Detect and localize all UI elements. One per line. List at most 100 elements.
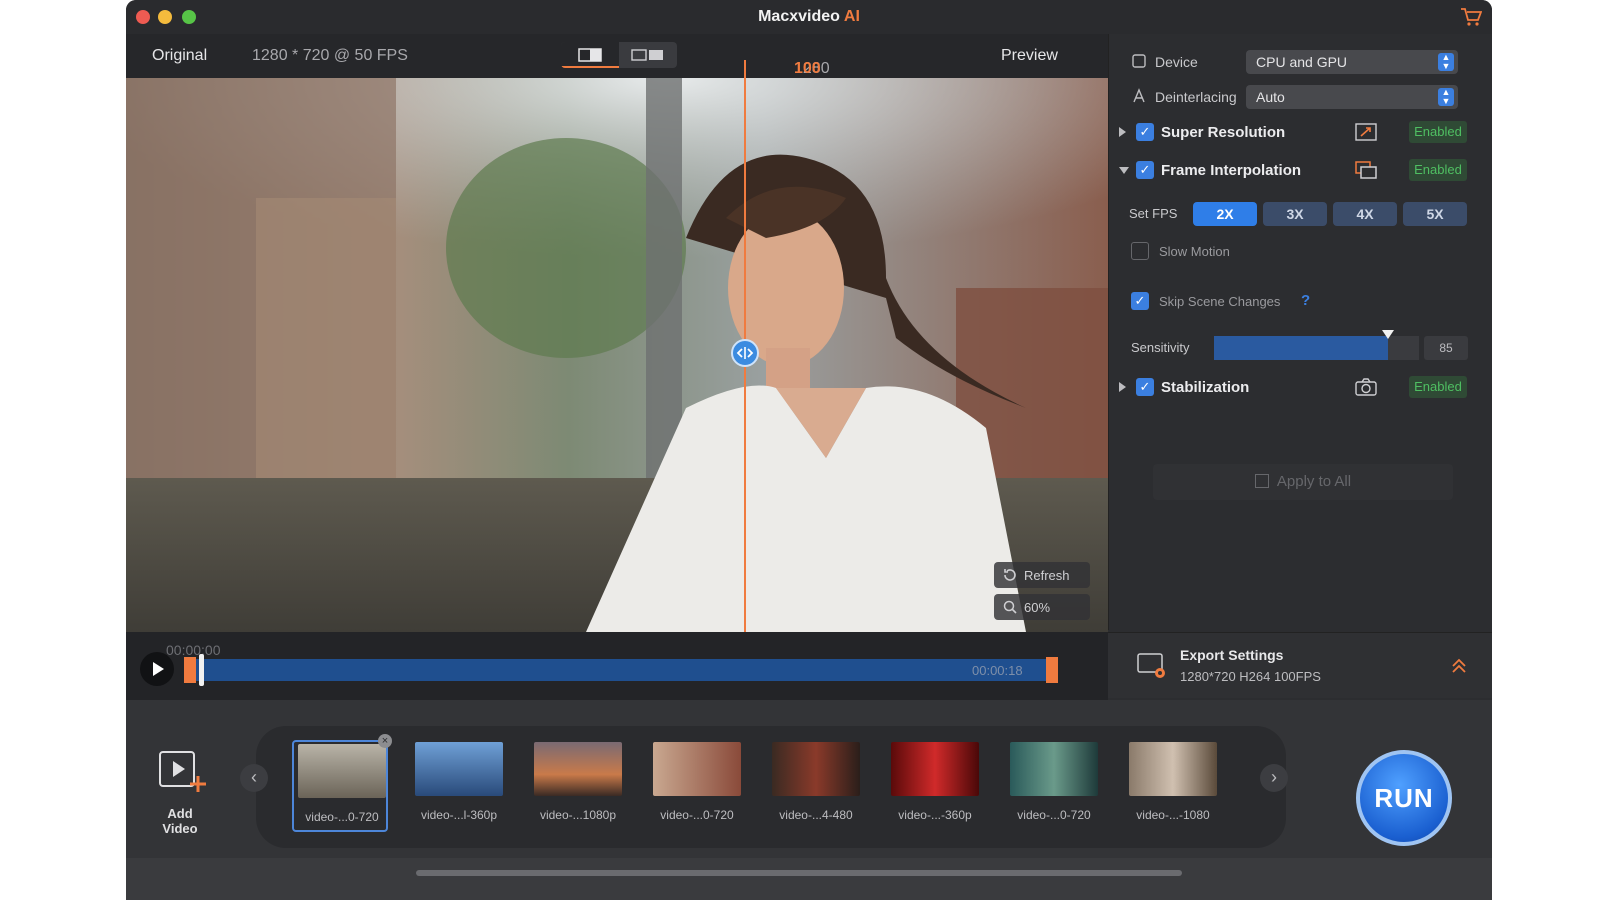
camera-icon	[1355, 378, 1377, 396]
bottom-shelf	[126, 858, 1492, 900]
thumbnail-image	[534, 742, 622, 796]
export-subtitle: 1280*720 H264 100FPS	[1180, 669, 1321, 684]
preview-header: Original 1280 * 720 @ 50 FPS 1280 * 720 …	[126, 34, 1108, 131]
export-settings[interactable]: Export Settings 1280*720 H264 100FPS	[1108, 632, 1492, 698]
thumbnail-name: video-...-360p	[898, 808, 972, 822]
playhead[interactable]	[199, 654, 204, 686]
video-thumbnail[interactable]: video-...0-720	[1006, 740, 1102, 832]
thumbnail-image	[298, 744, 386, 798]
video-list-area: Add Video ‹ video-...0-720 × video-...l-…	[126, 700, 1492, 900]
view-mode-toggle[interactable]	[561, 42, 677, 68]
frames-icon	[1355, 161, 1377, 179]
refresh-icon	[1004, 569, 1016, 581]
refresh-button[interactable]: Refresh	[994, 562, 1090, 588]
set-fps-label: Set FPS	[1129, 206, 1178, 221]
thumbnail-image	[1129, 742, 1217, 796]
collapse-chevron-icon[interactable]	[1119, 167, 1129, 174]
video-preview[interactable]: Refresh 60%	[126, 78, 1108, 632]
select-arrows-icon: ▲ ▼	[1438, 53, 1454, 71]
app-window: Macxvideo AI Original 1280 * 720 @ 50 FPS…	[126, 0, 1492, 900]
sensitivity-row: Sensitivity 85	[1109, 330, 1492, 360]
device-label: Device	[1155, 54, 1198, 70]
settings-panel: Device CPU and GPU ▲ ▼ Deinterlacing Auto…	[1108, 34, 1492, 630]
apply-to-all-button[interactable]: Apply to All	[1153, 464, 1453, 500]
thumbnail-image	[891, 742, 979, 796]
run-button[interactable]: RUN	[1356, 750, 1452, 846]
trim-end-handle[interactable]	[1046, 657, 1058, 683]
split-view-icon	[578, 48, 602, 62]
app-title: Macxvideo AI	[126, 8, 1492, 26]
zoom-icon	[1003, 600, 1017, 614]
help-icon[interactable]: ?	[1301, 292, 1310, 309]
thumbnail-name: video-...0-720	[305, 810, 379, 824]
set-fps-row: Set FPS 2X 3X 4X 5X	[1109, 202, 1492, 226]
thumbnail-name: video-...0-720	[660, 808, 734, 822]
video-frame	[126, 78, 1108, 632]
zoom-button[interactable]: 60%	[994, 594, 1090, 620]
video-thumbnail[interactable]: video-...-360p	[887, 740, 983, 832]
sensitivity-value[interactable]: 85	[1424, 336, 1468, 360]
thumbnail-image	[1010, 742, 1098, 796]
thumbnail-image	[415, 742, 503, 796]
preview-label: Preview	[1001, 47, 1058, 64]
thumbnail-image	[772, 742, 860, 796]
super-resolution-checkbox[interactable]: ✓	[1136, 123, 1154, 141]
original-info: 1280 * 720 @ 50 FPS	[252, 47, 408, 64]
add-video-button[interactable]: Add Video	[148, 746, 212, 836]
remove-video-icon[interactable]: ×	[378, 734, 392, 748]
scroll-right-button[interactable]: ›	[1260, 764, 1288, 792]
thumbnail-name: video-...1080p	[539, 808, 617, 822]
drag-arrows-icon	[736, 347, 754, 359]
slow-motion-row: Slow Motion	[1109, 242, 1492, 262]
apply-all-icon	[1254, 474, 1269, 488]
video-thumbnail[interactable]: video-...l-360p	[411, 740, 507, 832]
skip-scene-row: ✓ Skip Scene Changes ?	[1109, 292, 1492, 312]
play-button[interactable]	[140, 652, 174, 686]
cart-icon[interactable]	[1460, 7, 1482, 27]
deinterlacing-select[interactable]: Auto ▲ ▼	[1246, 85, 1458, 109]
split-view-button[interactable]	[561, 42, 619, 68]
thumbnail-scrollbar[interactable]	[416, 870, 1182, 876]
export-icon	[1137, 653, 1165, 678]
video-thumbnail[interactable]: video-...0-720	[649, 740, 745, 832]
scroll-left-button[interactable]: ‹	[240, 764, 268, 792]
timeline-track[interactable]	[196, 659, 1046, 681]
deinterlacing-value: Auto	[1256, 89, 1285, 105]
super-resolution-label: Super Resolution	[1161, 124, 1286, 141]
fps-3x-button[interactable]: 3X	[1263, 202, 1327, 226]
super-resolution-row: ✓ Super Resolution Enabled	[1109, 121, 1492, 143]
thumbnail-image	[653, 742, 741, 796]
split-compare-handle[interactable]	[731, 339, 759, 367]
title-bar: Macxvideo AI	[126, 0, 1492, 34]
frame-interpolation-row: ✓ Frame Interpolation Enabled	[1109, 159, 1492, 181]
skip-scene-checkbox[interactable]: ✓	[1131, 292, 1149, 310]
sensitivity-slider-fill	[1214, 336, 1389, 360]
apply-all-label: Apply to All	[1276, 473, 1352, 490]
expand-chevron-icon[interactable]	[1119, 127, 1126, 137]
refresh-label: Refresh	[1024, 568, 1070, 583]
app-title-accent: AI	[843, 8, 860, 25]
device-icon	[1132, 54, 1146, 68]
stabilization-checkbox[interactable]: ✓	[1136, 378, 1154, 396]
side-by-side-button[interactable]	[619, 42, 677, 68]
video-thumbnail[interactable]: video-...1080p	[530, 740, 626, 832]
video-thumbnail[interactable]: video-...0-720 ×	[292, 734, 392, 832]
chevron-up-icon[interactable]	[1450, 657, 1468, 675]
trim-start-handle[interactable]	[184, 657, 196, 683]
slow-motion-checkbox[interactable]	[1131, 242, 1149, 260]
fps-5x-button[interactable]: 5X	[1403, 202, 1467, 226]
fps-2x-button[interactable]: 2X	[1193, 202, 1257, 226]
sensitivity-slider-thumb[interactable]	[1382, 330, 1395, 339]
device-value: CPU and GPU	[1256, 54, 1348, 70]
frame-interpolation-status: Enabled	[1409, 159, 1467, 181]
video-thumbnail[interactable]: video-...-1080	[1125, 740, 1221, 832]
video-thumbnail[interactable]: video-...4-480	[768, 740, 864, 832]
device-select[interactable]: CPU and GPU ▲ ▼	[1246, 50, 1458, 74]
fps-4x-button[interactable]: 4X	[1333, 202, 1397, 226]
frame-interpolation-checkbox[interactable]: ✓	[1136, 161, 1154, 179]
start-time: 00:00:00	[166, 642, 221, 658]
app-title-text: Macxvideo	[758, 8, 840, 25]
sensitivity-slider[interactable]	[1214, 330, 1419, 360]
expand-chevron-icon[interactable]	[1119, 382, 1126, 392]
thumbnail-name: video-...4-480	[779, 808, 853, 822]
